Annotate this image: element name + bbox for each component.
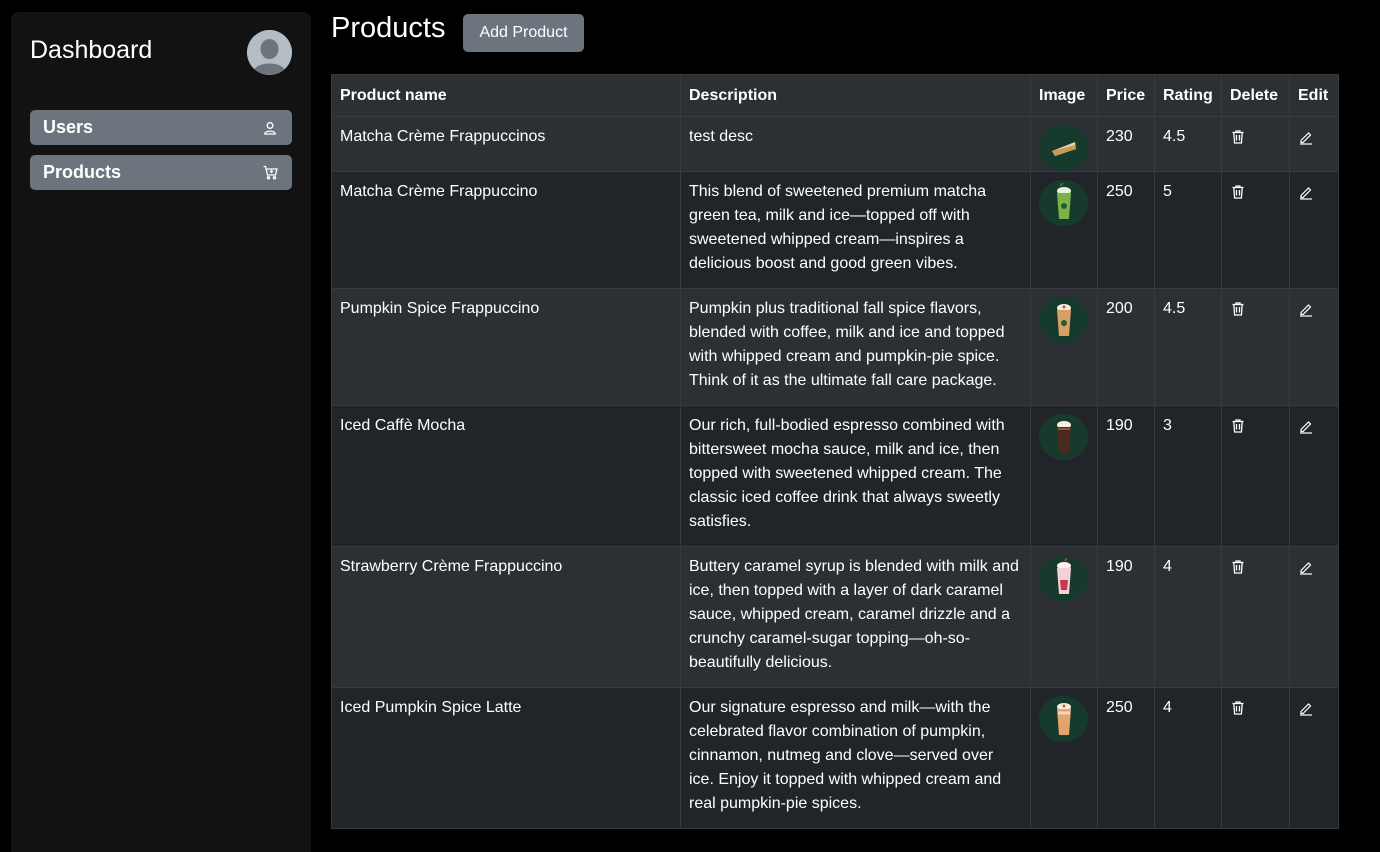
product-image	[1039, 125, 1088, 171]
sidebar-item-users[interactable]: Users	[30, 110, 292, 145]
trash-icon[interactable]	[1230, 418, 1246, 434]
products-table: Product name Description Image Price Rat…	[331, 74, 1339, 829]
sidebar-title: Dashboard	[30, 36, 153, 64]
header-delete: Delete	[1221, 74, 1290, 117]
product-name: Iced Caffè Mocha	[331, 405, 681, 547]
trash-icon[interactable]	[1230, 559, 1246, 575]
sidebar-item-label: Users	[43, 117, 94, 137]
sidebar-item-label: Products	[43, 162, 122, 182]
cart-icon	[262, 165, 278, 181]
table-row: Iced Pumpkin Spice Latte Our signature e…	[331, 687, 1339, 829]
product-rating: 3	[1154, 405, 1222, 547]
pencil-icon[interactable]	[1298, 129, 1314, 145]
header-edit: Edit	[1289, 74, 1339, 117]
product-rating: 4	[1154, 687, 1222, 829]
header-description: Description	[680, 74, 1031, 117]
pencil-icon[interactable]	[1298, 559, 1314, 575]
product-rating: 4	[1154, 546, 1222, 688]
table-row: Iced Caffè Mocha Our rich, full-bodied e…	[331, 405, 1339, 547]
user-avatar-icon[interactable]	[247, 30, 292, 75]
sidebar-item-products[interactable]: Products	[30, 155, 292, 190]
product-description: This blend of sweetened premium matcha g…	[680, 171, 1031, 289]
table-header-row: Product name Description Image Price Rat…	[331, 74, 1339, 117]
product-name: Matcha Crème Frappuccino	[331, 171, 681, 289]
product-price: 190	[1097, 405, 1155, 547]
product-image	[1039, 696, 1088, 742]
pencil-icon[interactable]	[1298, 301, 1314, 317]
table-row: Matcha Crème Frappuccino This blend of s…	[331, 171, 1339, 289]
trash-icon[interactable]	[1230, 184, 1246, 200]
product-price: 250	[1097, 687, 1155, 829]
product-image	[1039, 414, 1088, 460]
product-description: Our signature espresso and milk—with the…	[680, 687, 1031, 829]
product-price: 200	[1097, 288, 1155, 406]
trash-icon[interactable]	[1230, 301, 1246, 317]
sidebar: Dashboard Users Products	[11, 12, 311, 852]
product-rating: 5	[1154, 171, 1222, 289]
page-title: Products	[331, 12, 446, 44]
product-rating: 4.5	[1154, 116, 1222, 172]
product-name: Matcha Crème Frappuccinos	[331, 116, 681, 172]
pencil-icon[interactable]	[1298, 418, 1314, 434]
product-description: Pumpkin plus traditional fall spice flav…	[680, 288, 1031, 406]
product-name: Iced Pumpkin Spice Latte	[331, 687, 681, 829]
pencil-icon[interactable]	[1298, 184, 1314, 200]
product-image	[1039, 297, 1088, 343]
product-name: Pumpkin Spice Frappuccino	[331, 288, 681, 406]
header-price: Price	[1097, 74, 1155, 117]
table-row: Strawberry Crème Frappuccino Buttery car…	[331, 546, 1339, 688]
add-product-button[interactable]: Add Product	[463, 14, 584, 52]
product-image	[1039, 180, 1088, 226]
header-product-name: Product name	[331, 74, 681, 117]
product-name: Strawberry Crème Frappuccino	[331, 546, 681, 688]
table-row: Pumpkin Spice Frappuccino Pumpkin plus t…	[331, 288, 1339, 406]
product-image	[1039, 555, 1088, 601]
person-icon	[262, 120, 278, 136]
header-image: Image	[1030, 74, 1098, 117]
product-description: Buttery caramel syrup is blended with mi…	[680, 546, 1031, 688]
pencil-icon[interactable]	[1298, 700, 1314, 716]
product-price: 190	[1097, 546, 1155, 688]
trash-icon[interactable]	[1230, 129, 1246, 145]
header-rating: Rating	[1154, 74, 1222, 117]
product-rating: 4.5	[1154, 288, 1222, 406]
table-row: Matcha Crème Frappuccinos test desc 230 …	[331, 116, 1339, 172]
product-description: test desc	[680, 116, 1031, 172]
product-price: 250	[1097, 171, 1155, 289]
trash-icon[interactable]	[1230, 700, 1246, 716]
product-description: Our rich, full-bodied espresso combined …	[680, 405, 1031, 547]
product-price: 230	[1097, 116, 1155, 172]
